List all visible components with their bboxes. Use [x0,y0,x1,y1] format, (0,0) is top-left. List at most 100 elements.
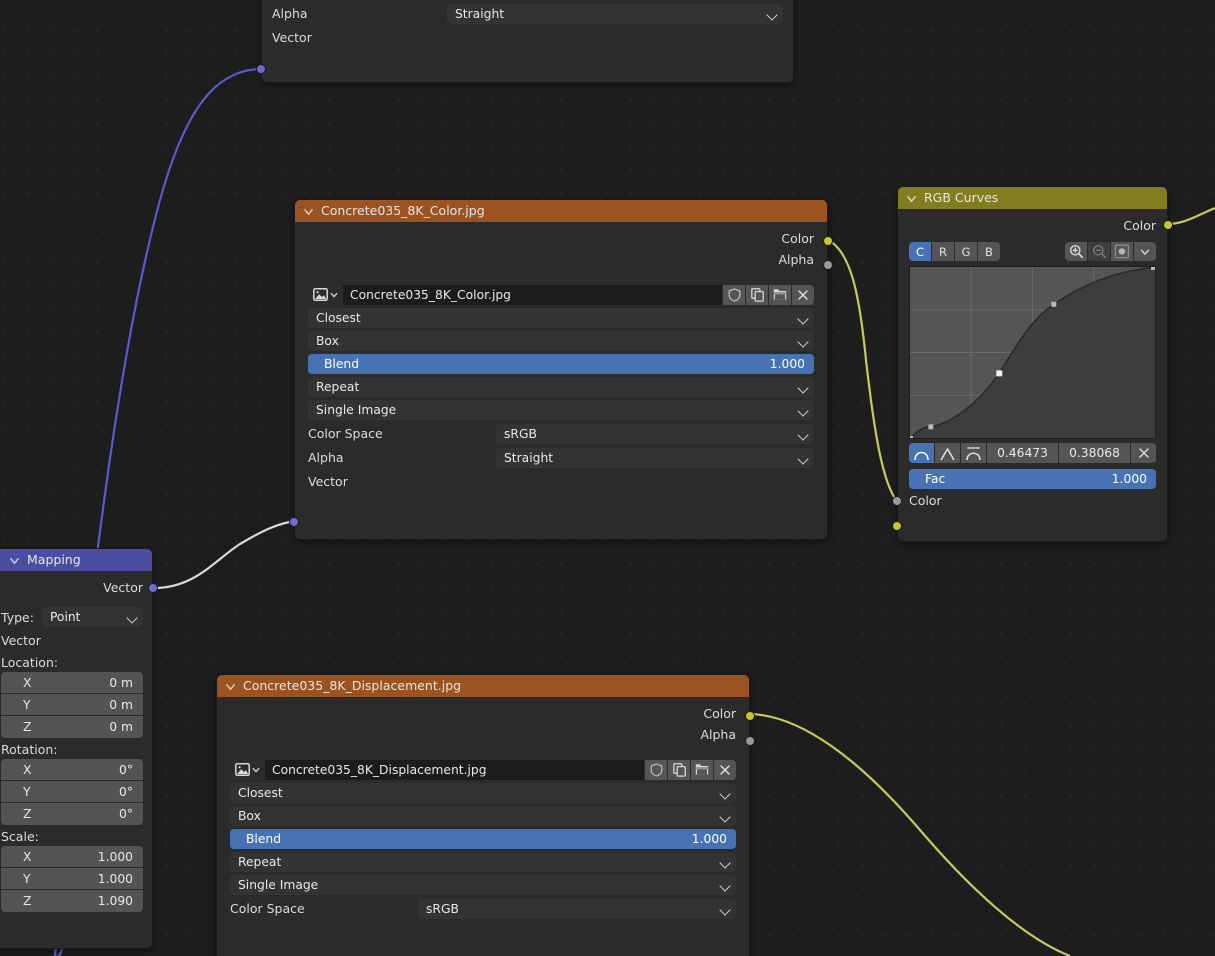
node-header-rgb-curves[interactable]: RGB Curves [898,187,1167,209]
copy-icon[interactable] [746,284,768,305]
projection-dropdown[interactable]: Box [230,806,736,826]
socket-color-input[interactable] [892,521,902,531]
blend-slider[interactable]: Blend 1.000 [308,354,814,374]
image-browse-button[interactable] [230,759,264,780]
curve-point-tools-row[interactable]: 0.46473 0.38068 [909,443,1156,463]
color-space-dropdown[interactable]: sRGB [418,898,736,919]
close-icon[interactable] [714,759,736,780]
socket-alpha-output[interactable] [823,260,833,270]
close-icon[interactable] [792,284,814,305]
node-header-color-texture[interactable]: Concrete035_8K_Color.jpg [295,200,827,222]
color-output-row: Color [230,703,736,724]
channel-tab-b[interactable]: B [978,242,1000,261]
delete-point-close-icon[interactable] [1131,443,1156,463]
image-browse-button[interactable] [308,284,342,305]
rotation-z-field[interactable]: Z 0° [1,803,143,825]
socket-fac-input[interactable] [892,496,902,506]
folder-icon[interactable] [769,284,791,305]
shield-icon[interactable] [645,759,667,780]
location-y-field[interactable]: Y 0 m [1,694,143,716]
scale-z-field[interactable]: Z 1.090 [1,890,143,912]
alpha-dropdown[interactable]: Straight [447,3,783,24]
color-space-row[interactable]: Color Space sRGB [230,898,736,919]
channel-tab-r[interactable]: R [932,242,954,261]
extension-dropdown[interactable]: Repeat [230,852,736,872]
curve-point-y-field[interactable]: 0.38068 [1059,443,1130,463]
curve-plot-svg[interactable] [910,267,1155,438]
zoom-out-icon[interactable] [1088,242,1110,261]
node-title-mapping: Mapping [27,552,81,567]
node-header-mapping[interactable]: Mapping [0,549,152,571]
chevron-down-icon[interactable] [330,291,338,299]
image-datablock-row[interactable]: Concrete035_8K_Color.jpg [308,284,814,305]
socket-alpha-output[interactable] [745,736,755,746]
shield-icon[interactable] [723,284,745,305]
curve-view-tools[interactable] [1065,242,1156,261]
image-texture-node-displacement[interactable]: Concrete035_8K_Displacement.jpg Color Al… [216,674,755,956]
location-z-field[interactable]: Z 0 m [1,716,143,738]
alpha-row[interactable]: Alpha Straight [308,447,814,468]
image-name-field[interactable]: Concrete035_8K_Color.jpg [343,284,722,305]
copy-icon[interactable] [668,759,690,780]
scale-y-field[interactable]: Y 1.000 [1,868,143,890]
collapse-chevron-icon[interactable] [906,193,917,204]
image-name-field[interactable]: Concrete035_8K_Displacement.jpg [265,759,644,780]
interpolation-dropdown[interactable]: Closest [308,308,814,328]
mapping-type-dropdown[interactable]: Point [41,607,143,627]
source-dropdown[interactable]: Single Image [308,400,814,420]
scale-x-field[interactable]: X 1.000 [1,846,143,868]
blend-slider[interactable]: Blend 1.000 [230,829,736,849]
shader-node-editor-canvas[interactable]: Color Space sRGB Alpha Straight Vector C… [0,0,1215,956]
socket-color-output[interactable] [1163,220,1173,230]
collapse-chevron-icon[interactable] [9,555,20,566]
mapping-type-row[interactable]: Type: Point [1,607,143,627]
location-xyz-fields[interactable]: X 0 m Y 0 m Z 0 m [1,672,143,738]
rotation-xyz-fields[interactable]: X 0° Y 0° Z 0° [1,759,143,825]
fac-slider[interactable]: Fac 1.000 [909,469,1156,489]
mapping-node[interactable]: Mapping Vector Type: Point Vector Locati… [0,548,158,949]
vector-handle-icon[interactable] [935,443,960,463]
chevron-down-icon[interactable] [1134,242,1156,261]
collapse-chevron-icon[interactable] [225,681,236,692]
alpha-row[interactable]: Alpha Straight [272,3,783,24]
channel-tab-g[interactable]: G [955,242,977,261]
projection-dropdown[interactable]: Box [308,331,814,351]
image-texture-node-top[interactable]: Color Space sRGB Alpha Straight Vector [256,0,794,83]
color-space-label: Color Space [230,901,305,916]
image-datablock-row[interactable]: Concrete035_8K_Displacement.jpg [230,759,736,780]
image-texture-node-color[interactable]: Concrete035_8K_Color.jpg Color Alpha Con… [289,199,833,540]
color-space-dropdown[interactable]: sRGB [496,423,814,444]
color-space-row[interactable]: Color Space sRGB [308,423,814,444]
channel-tab-c[interactable]: C [909,242,931,261]
alpha-dropdown[interactable]: Straight [496,447,814,468]
socket-color-output[interactable] [745,711,755,721]
socket-vector-output[interactable] [148,583,158,593]
fac-value: 1.000 [1111,472,1147,486]
socket-vector-input[interactable] [256,64,266,74]
source-dropdown[interactable]: Single Image [230,875,736,895]
scale-xyz-fields[interactable]: X 1.000 Y 1.000 Z 1.090 [1,846,143,912]
extension-dropdown[interactable]: Repeat [308,377,814,397]
color-input-row: Color [909,491,1156,510]
folder-icon[interactable] [691,759,713,780]
collapse-chevron-icon[interactable] [303,206,314,217]
link-rgbcurves-color-out [1166,206,1215,226]
chevron-down-icon[interactable] [252,766,260,774]
socket-color-output[interactable] [823,236,833,246]
auto-handle-icon[interactable] [909,443,934,463]
location-x-field[interactable]: X 0 m [1,672,143,694]
auto-clamped-handle-icon[interactable] [961,443,986,463]
rotation-x-field[interactable]: X 0° [1,759,143,781]
channel-tab-group[interactable]: C R G B [909,242,1000,261]
socket-vector-input[interactable] [289,517,299,527]
rgb-curves-node[interactable]: RGB Curves Color C R G B 0.46473 0.38068… [892,186,1173,542]
curve-point-x-field[interactable]: 0.46473 [987,443,1058,463]
zoom-in-icon[interactable] [1065,242,1087,261]
vector-input-row: Vector [308,471,814,492]
interpolation-dropdown[interactable]: Closest [230,783,736,803]
curve-plot[interactable] [909,266,1156,439]
color-output-label: Color [703,706,736,721]
node-header-displacement-texture[interactable]: Concrete035_8K_Displacement.jpg [217,675,749,697]
clipping-icon[interactable] [1111,242,1133,261]
rotation-y-field[interactable]: Y 0° [1,781,143,803]
